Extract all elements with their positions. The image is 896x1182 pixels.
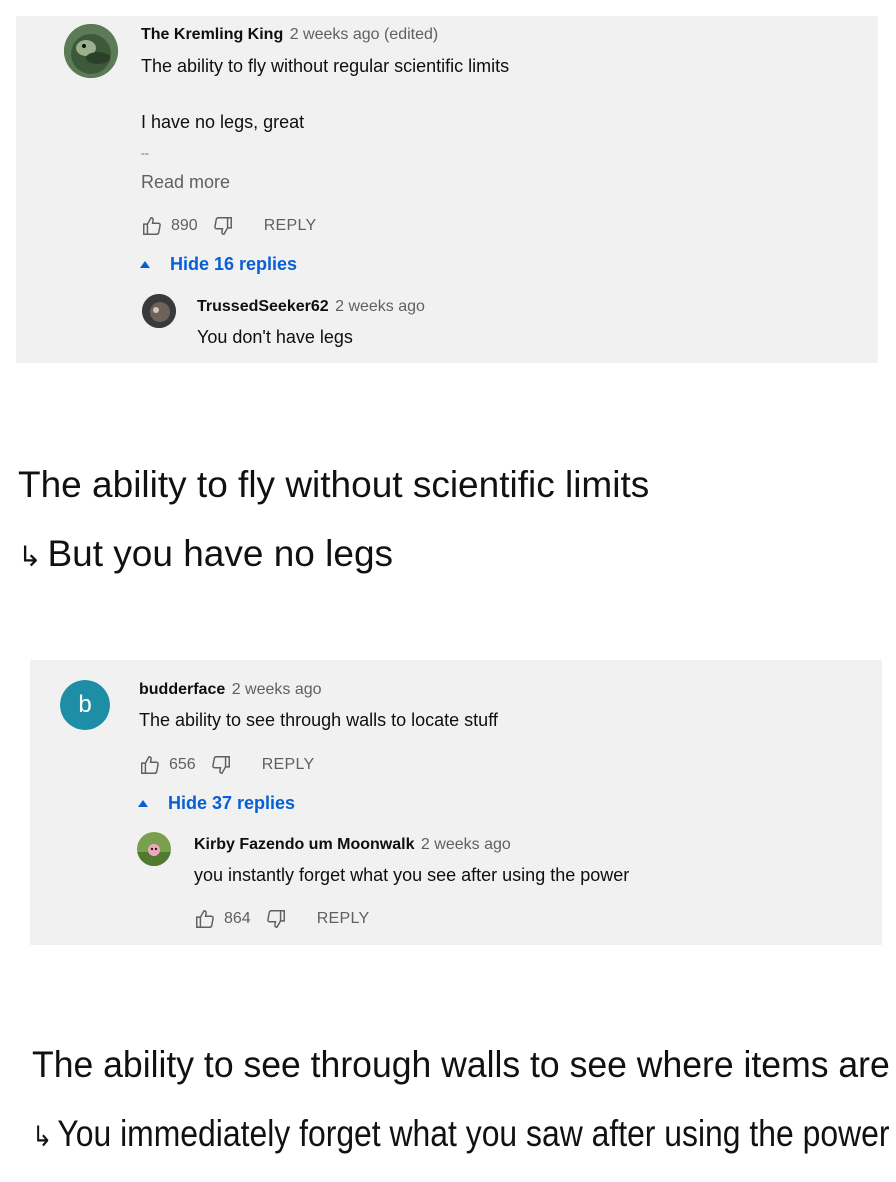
reply-author[interactable]: Kirby Fazendo um Moonwalk 2 weeks ago	[194, 836, 511, 854]
comment-actions: 656 REPLY	[139, 754, 314, 776]
caption-1-line-2: ↳ But you have no legs	[18, 533, 393, 575]
reply-like-count: 864	[224, 910, 251, 927]
comment-author[interactable]: The Kremling King 2 weeks ago (edited)	[141, 26, 438, 44]
reply-avatar-image	[137, 832, 171, 866]
caption-2-line-1: The ability to see through walls to see …	[32, 1044, 890, 1085]
kremling-avatar-image	[64, 24, 118, 78]
thumbs-down-icon[interactable]	[265, 908, 287, 930]
thumbs-up-icon[interactable]	[194, 908, 216, 930]
avatar[interactable]	[64, 24, 118, 78]
read-more-link[interactable]: Read more	[141, 172, 230, 193]
caption-1-reply-text: But you have no legs	[47, 533, 394, 574]
reply-author[interactable]: TrussedSeeker62 2 weeks ago	[197, 298, 425, 316]
avatar[interactable]: b	[60, 680, 110, 730]
author-name[interactable]: The Kremling King	[141, 26, 283, 43]
hide-replies-label: Hide 37 replies	[168, 793, 296, 813]
comment-thread-1: The Kremling King 2 weeks ago (edited) T…	[16, 16, 878, 363]
hide-replies-button[interactable]: Hide 37 replies	[138, 793, 295, 814]
reply-button[interactable]: REPLY	[262, 756, 315, 774]
thumbs-down-icon[interactable]	[212, 215, 234, 237]
reply-button[interactable]: REPLY	[264, 217, 317, 235]
caret-up-icon	[138, 800, 148, 807]
caption-2-reply-text: You immediately forget what you saw afte…	[57, 1113, 890, 1154]
reply-arrow-icon: ↳	[32, 1120, 53, 1153]
reply-arrow-icon: ↳	[18, 540, 42, 573]
comment-text-line-2: I have no legs, great	[141, 112, 305, 132]
comment-text-line-1: The ability to fly without regular scien…	[141, 56, 510, 76]
comment-thread-2: b budderface 2 weeks ago The ability to …	[30, 660, 882, 945]
comment-actions: 890 REPLY	[141, 215, 316, 237]
hide-replies-label: Hide 16 replies	[170, 254, 298, 274]
reply-actions: 864 REPLY	[194, 908, 369, 930]
reply-author-name[interactable]: TrussedSeeker62	[197, 298, 329, 315]
comment-ellipsis: --	[141, 146, 149, 160]
thumbs-down-icon[interactable]	[210, 754, 232, 776]
author-name[interactable]: budderface	[139, 681, 225, 698]
like-count: 656	[169, 756, 196, 773]
hide-replies-button[interactable]: Hide 16 replies	[140, 254, 297, 275]
like-count: 890	[171, 217, 198, 234]
caption-2-line-2: ↳ You immediately forget what you saw aft…	[32, 1113, 889, 1155]
reply-button[interactable]: REPLY	[317, 910, 370, 928]
comment-time[interactable]: 2 weeks ago (edited)	[290, 26, 439, 43]
reply-avatar-image	[142, 294, 176, 328]
thumbs-up-icon[interactable]	[141, 215, 163, 237]
reply-avatar[interactable]	[137, 832, 171, 866]
reply-time[interactable]: 2 weeks ago	[335, 298, 425, 315]
comment-time[interactable]: 2 weeks ago	[232, 681, 322, 698]
comment-text: The ability to see through walls to loca…	[139, 710, 498, 730]
reply-text: you instantly forget what you see after …	[194, 865, 630, 885]
reply-text: You don't have legs	[197, 327, 353, 347]
comment-author[interactable]: budderface 2 weeks ago	[139, 681, 322, 699]
caret-up-icon	[140, 261, 150, 268]
reply-author-name[interactable]: Kirby Fazendo um Moonwalk	[194, 836, 414, 853]
reply-avatar[interactable]	[142, 294, 176, 328]
reply-time[interactable]: 2 weeks ago	[421, 836, 511, 853]
avatar-letter: b	[78, 691, 92, 718]
thumbs-up-icon[interactable]	[139, 754, 161, 776]
caption-1-line-1: The ability to fly without scientific li…	[18, 464, 650, 505]
